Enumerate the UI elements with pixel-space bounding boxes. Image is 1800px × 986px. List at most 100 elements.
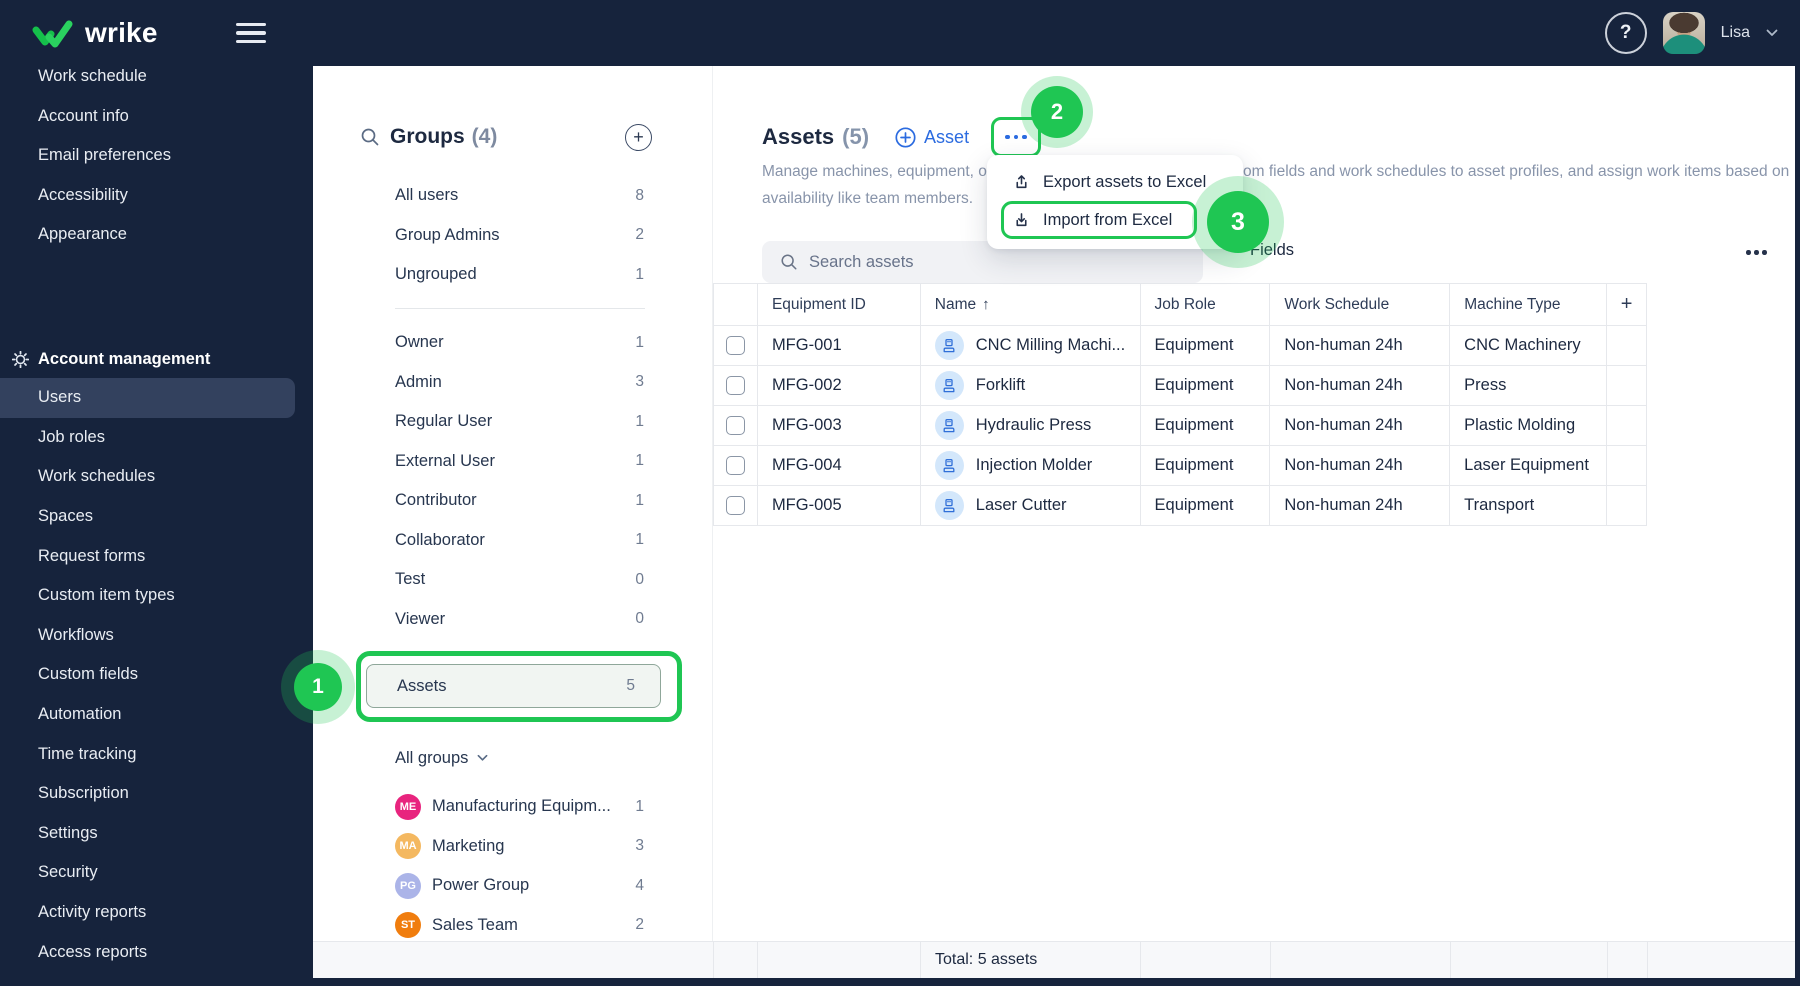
total-label: Total: 5 assets	[935, 951, 1038, 968]
hamburger-menu-icon[interactable]	[235, 23, 266, 43]
sidebar-item-custom-fields[interactable]: Custom fields	[0, 655, 313, 695]
plus-circle-icon	[895, 126, 916, 148]
groups-item-viewer[interactable]: Viewer 0	[360, 600, 652, 640]
groups-item-assets[interactable]: Assets 5	[366, 664, 661, 708]
cell-value: Laser Equipment	[1464, 456, 1589, 474]
sidebar-item-users[interactable]: Users	[0, 378, 295, 418]
cell-value: Equipment	[1154, 416, 1234, 434]
cell-value: Equipment	[1154, 336, 1234, 354]
all-groups-toggle[interactable]: All groups	[395, 740, 488, 776]
groups-item-power-group[interactable]: PG Power Group 4	[360, 866, 652, 906]
sidebar-item-automation[interactable]: Automation	[0, 695, 313, 735]
menu-item-import-from-excel[interactable]: Import from Excel	[1001, 201, 1197, 239]
table-footer: Total: 5 assets	[313, 941, 1795, 978]
sidebar-item-request-forms[interactable]: Request forms	[0, 536, 313, 576]
avatar[interactable]	[1662, 12, 1705, 54]
asset-name[interactable]: Injection Molder	[976, 456, 1092, 475]
table-options-button[interactable]	[1746, 250, 1767, 255]
sidebar-item-label: Job roles	[38, 427, 105, 446]
row-checkbox[interactable]	[725, 376, 745, 395]
groups-item-test[interactable]: Test 0	[360, 560, 652, 600]
groups-item-manufacturing-equipm[interactable]: ME Manufacturing Equipm... 1	[360, 787, 652, 827]
sidebar-item-label: Accessibility	[38, 185, 128, 204]
row-checkbox[interactable]	[725, 496, 745, 515]
group-label: Power Group	[432, 876, 530, 895]
column-header-machine-type: Machine Type	[1450, 284, 1608, 326]
groups-item-admin[interactable]: Admin 3	[360, 363, 652, 403]
groups-divider	[395, 308, 645, 309]
sidebar-item-label: Settings	[38, 823, 98, 842]
sidebar-item-workflows[interactable]: Workflows	[0, 616, 313, 656]
row-checkbox[interactable]	[725, 336, 745, 355]
search-icon[interactable]	[360, 127, 380, 147]
asset-name[interactable]: Forklift	[976, 376, 1026, 395]
group-count: 1	[635, 531, 644, 549]
group-count: 2	[635, 226, 644, 244]
cell-value: MFG-003	[771, 416, 842, 434]
sidebar-item-accessibility[interactable]: Accessibility	[0, 176, 313, 216]
row-checkbox[interactable]	[725, 416, 745, 435]
wrike-logo[interactable]: wrike	[32, 17, 158, 49]
assets-item-count: 5	[626, 677, 635, 694]
row-checkbox[interactable]	[725, 456, 745, 475]
role-groups-list: Owner 1 Admin 3 Regular User 1 External User 1 C…	[360, 323, 652, 639]
sidebar-item-work-schedules[interactable]: Work schedules	[0, 457, 313, 497]
column-header-label[interactable]: Job Role	[1155, 296, 1216, 314]
groups-item-group-admins[interactable]: Group Admins 2	[360, 216, 652, 256]
menu-item-label: Export assets to Excel	[1043, 172, 1207, 191]
help-icon[interactable]: ?	[1604, 12, 1647, 54]
asset-name[interactable]: Hydraulic Press	[976, 416, 1092, 435]
groups-item-collaborator[interactable]: Collaborator 1	[360, 521, 652, 561]
chevron-down-icon[interactable]	[1766, 29, 1778, 37]
asset-name[interactable]: CNC Milling Machi...	[976, 336, 1125, 355]
work-schedule-cell: Non-human 24h	[1270, 366, 1451, 406]
add-asset-label: Asset	[924, 126, 970, 147]
checkbox-cell	[714, 446, 758, 486]
groups-item-contributor[interactable]: Contributor 1	[360, 481, 652, 521]
groups-item-all-users[interactable]: All users 8	[360, 176, 652, 216]
groups-item-marketing[interactable]: MA Marketing 3	[360, 827, 652, 867]
group-label: Sales Team	[432, 915, 518, 934]
add-column-button[interactable]: +	[1607, 284, 1648, 326]
cell-value: Equipment	[1154, 456, 1234, 474]
groups-item-external-user[interactable]: External User 1	[360, 442, 652, 482]
group-label: Owner	[395, 333, 444, 352]
column-header-label[interactable]: Name	[935, 296, 976, 314]
add-asset-button[interactable]: Asset	[895, 127, 969, 148]
group-count: 0	[635, 570, 644, 588]
sidebar-item-activity-reports[interactable]: Activity reports	[0, 893, 313, 933]
sidebar-item-settings[interactable]: Settings	[0, 814, 313, 854]
sidebar-item-time-tracking[interactable]: Time tracking	[0, 734, 313, 774]
footer-cell	[1271, 942, 1451, 978]
empty-cell	[1607, 446, 1647, 486]
groups-item-sales-team[interactable]: ST Sales Team 2	[360, 906, 652, 946]
sidebar-item-spaces[interactable]: Spaces	[0, 497, 313, 537]
sidebar: Work schedule Account info Email preferenc…	[0, 66, 313, 986]
column-header-label[interactable]: Equipment ID	[772, 296, 866, 314]
sidebar-item-job-roles[interactable]: Job roles	[0, 418, 313, 458]
column-header-equipment-id: Equipment ID	[757, 284, 921, 326]
top-bar: wrike ? Lisa	[0, 0, 1800, 66]
cell-value: Plastic Molding	[1464, 416, 1576, 434]
sidebar-item-security[interactable]: Security	[0, 853, 313, 893]
groups-item-ungrouped[interactable]: Ungrouped 1	[360, 255, 652, 295]
sidebar-item-account-info[interactable]: Account info	[0, 97, 313, 137]
groups-item-owner[interactable]: Owner 1	[360, 323, 652, 363]
column-header-label[interactable]: Machine Type	[1464, 296, 1560, 314]
asset-name[interactable]: Laser Cutter	[976, 496, 1067, 515]
sidebar-section-account-management[interactable]: Account management	[0, 339, 313, 379]
sidebar-item-email-preferences[interactable]: Email preferences	[0, 136, 313, 176]
user-name[interactable]: Lisa	[1721, 24, 1750, 42]
sidebar-item-subscription[interactable]: Subscription	[0, 774, 313, 814]
sidebar-item-access-reports[interactable]: Access reports	[0, 932, 313, 972]
cell-value: MFG-001	[771, 336, 842, 354]
sidebar-item-custom-item-types[interactable]: Custom item types	[0, 576, 313, 616]
table-row: MFG-001 CNC Milling Machi... Equipment Non-…	[714, 326, 1647, 366]
asset-icon	[934, 491, 964, 520]
search-input[interactable]	[809, 252, 1139, 272]
column-header-label[interactable]: Work Schedule	[1284, 296, 1389, 314]
add-group-button[interactable]: +	[625, 123, 652, 151]
groups-item-regular-user[interactable]: Regular User 1	[360, 402, 652, 442]
table-row: MFG-002 Forklift Equipment Non-human 24h Pre…	[714, 366, 1647, 406]
sidebar-item-appearance[interactable]: Appearance	[0, 215, 313, 255]
